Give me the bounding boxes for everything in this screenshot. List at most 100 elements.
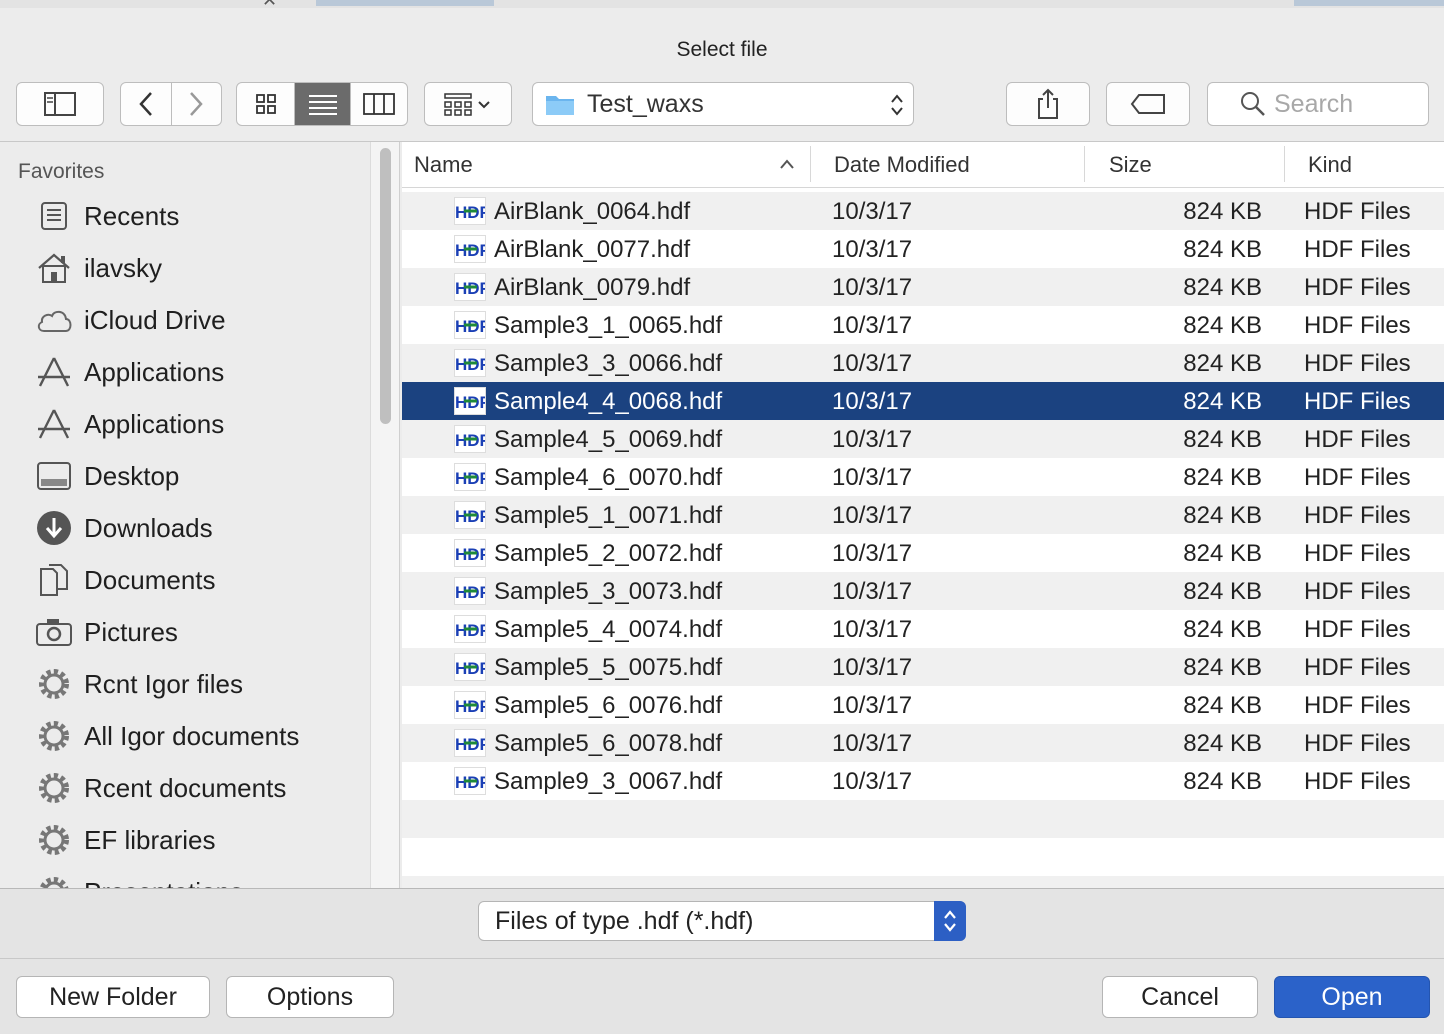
sidebar-item-pictures[interactable]: Pictures <box>34 610 178 654</box>
table-row[interactable]: HDFSample9_3_0067.hdf 10/3/17 824 KB HDF Fi… <box>402 762 1444 800</box>
file-name: Sample5_5_0075.hdf <box>494 654 723 681</box>
sidebar-item-downloads[interactable]: Downloads <box>34 506 213 550</box>
column-divider[interactable] <box>1084 146 1085 182</box>
file-size: 824 KB <box>1183 616 1262 643</box>
column-date-header[interactable]: Date Modified <box>834 142 970 188</box>
sidebar-item-label: ilavsky <box>84 252 163 283</box>
file-name: AirBlank_0064.hdf <box>494 198 691 225</box>
table-row[interactable]: HDFSample5_6_0078.hdf 10/3/17 824 KB HDF Fi… <box>402 724 1444 762</box>
hdf-file-icon: HDF <box>454 463 490 491</box>
file-name: Sample5_4_0074.hdf <box>494 616 723 643</box>
chevron-left-icon <box>139 92 152 116</box>
scrollbar-thumb[interactable] <box>380 148 391 424</box>
file-kind: HDF Files <box>1304 654 1411 681</box>
back-button[interactable] <box>121 83 172 125</box>
sidebar-scrollbar[interactable] <box>370 142 400 888</box>
sidebar-item-documents[interactable]: Documents <box>34 558 216 602</box>
list-view-button[interactable] <box>295 83 351 125</box>
file-size: 824 KB <box>1183 312 1262 339</box>
view-mode-control <box>236 82 408 126</box>
file-kind: HDF Files <box>1304 464 1411 491</box>
sidebar-item-label: EF libraries <box>84 824 216 855</box>
table-row[interactable]: HDFSample5_2_0072.hdf 10/3/17 824 KB HDF Fi… <box>402 534 1444 572</box>
table-row[interactable]: HDFAirBlank_0077.hdf 10/3/17 824 KB HDF Fil… <box>402 230 1444 268</box>
cancel-button[interactable]: Cancel <box>1102 976 1258 1018</box>
sidebar-item-applications-2[interactable]: Applications <box>34 402 224 446</box>
desktop-icon <box>34 456 74 496</box>
open-button[interactable]: Open <box>1274 976 1430 1018</box>
sidebar-item-presentations[interactable]: Presentations <box>34 870 243 888</box>
file-name: Sample5_1_0071.hdf <box>494 502 723 529</box>
file-kind: HDF Files <box>1304 388 1411 415</box>
file-date: 10/3/17 <box>832 312 913 339</box>
updown-chevron-icon <box>891 94 903 116</box>
table-row[interactable]: HDFSample5_6_0076.hdf 10/3/17 824 KB HDF Fi… <box>402 686 1444 724</box>
sidebar-item-label: Documents <box>84 564 216 595</box>
column-view-button[interactable] <box>351 83 407 125</box>
sidebar-item-desktop[interactable]: Desktop <box>34 454 179 498</box>
sidebar-item-home[interactable]: ilavsky <box>34 246 162 290</box>
table-row[interactable]: HDFSample5_3_0073.hdf 10/3/17 824 KB HDF Fi… <box>402 572 1444 610</box>
table-row[interactable]: HDFSample5_4_0074.hdf 10/3/17 824 KB HDF Fi… <box>402 610 1444 648</box>
recents-icon <box>34 196 74 236</box>
hdf-file-icon: HDF <box>454 615 490 643</box>
empty-row <box>402 800 1444 838</box>
sidebar-item-label: Recents <box>84 200 180 231</box>
sidebar-item-rcnt-igor-files[interactable]: Rcnt Igor files <box>34 662 243 706</box>
column-divider[interactable] <box>810 146 811 182</box>
table-row[interactable]: HDFSample4_4_0068.hdf 10/3/17 824 KB HDF Fi… <box>402 382 1444 420</box>
back-forward-control <box>120 82 222 126</box>
table-row[interactable]: HDFSample3_3_0066.hdf 10/3/17 824 KB HDF Fi… <box>402 344 1444 382</box>
applications-icon <box>34 404 74 444</box>
search-icon <box>1241 92 1265 116</box>
dialog-footer: Files of type .hdf (*.hdf) New Folder Op… <box>0 889 1444 1034</box>
file-name: Sample3_1_0065.hdf <box>494 312 723 339</box>
new-folder-button[interactable]: New Folder <box>16 976 210 1018</box>
columns-icon <box>363 93 395 115</box>
empty-row <box>402 876 1444 888</box>
sidebar-item-ef-libraries[interactable]: EF libraries <box>34 818 215 862</box>
icon-view-button[interactable] <box>237 83 295 125</box>
sidebar-item-recents[interactable]: Recents <box>34 194 179 238</box>
file-size: 824 KB <box>1183 692 1262 719</box>
table-row[interactable]: HDFAirBlank_0064.hdf 10/3/17 824 KB HDF Fil… <box>402 192 1444 230</box>
sidebar-item-rcent-documents[interactable]: Rcent documents <box>34 766 286 810</box>
table-row[interactable]: HDFSample3_1_0065.hdf 10/3/17 824 KB HDF Fi… <box>402 306 1444 344</box>
sidebar-item-label: Downloads <box>84 512 213 543</box>
column-name-header[interactable]: Name <box>414 142 473 188</box>
forward-button[interactable] <box>172 83 222 125</box>
file-date: 10/3/17 <box>832 578 913 605</box>
arrange-icon <box>444 93 490 116</box>
gear-icon <box>34 768 74 808</box>
sidebar-item-applications[interactable]: Applications <box>34 350 224 394</box>
table-row[interactable]: HDFSample4_5_0069.hdf 10/3/17 824 KB HDF Fi… <box>402 420 1444 458</box>
hdf-file-icon: HDF <box>454 273 490 301</box>
options-button[interactable]: Options <box>226 976 394 1018</box>
table-row[interactable]: HDFSample5_5_0075.hdf 10/3/17 824 KB HDF Fi… <box>402 648 1444 686</box>
file-name: Sample5_2_0072.hdf <box>494 540 723 567</box>
share-button[interactable] <box>1006 82 1090 126</box>
column-divider[interactable] <box>1284 146 1285 182</box>
table-row[interactable]: HDFAirBlank_0079.hdf 10/3/17 824 KB HDF Fil… <box>402 268 1444 306</box>
sidebar-item-label: Desktop <box>84 460 180 491</box>
search-field[interactable]: Search <box>1207 82 1429 126</box>
applications-icon <box>34 352 74 392</box>
file-date: 10/3/17 <box>832 426 913 453</box>
sidebar-toggle-button[interactable] <box>16 82 104 126</box>
sidebar-item-all-igor-documents[interactable]: All Igor documents <box>34 714 299 758</box>
folder-icon <box>546 96 574 115</box>
sidebar-item-icloud[interactable]: iCloud Drive <box>34 298 226 342</box>
tag-button[interactable] <box>1106 82 1190 126</box>
file-name: AirBlank_0079.hdf <box>494 274 691 301</box>
table-row[interactable]: HDFSample4_6_0070.hdf 10/3/17 824 KB HDF Fi… <box>402 458 1444 496</box>
tag-icon <box>1130 94 1165 114</box>
camera-icon <box>34 612 74 652</box>
file-type-popup[interactable]: Files of type .hdf (*.hdf) <box>478 901 966 941</box>
location-popup[interactable]: Test_waxs <box>532 82 914 126</box>
table-row[interactable]: HDFSample5_1_0071.hdf 10/3/17 824 KB HDF Fi… <box>402 496 1444 534</box>
column-kind-header[interactable]: Kind <box>1308 142 1352 188</box>
column-size-header[interactable]: Size <box>1109 142 1152 188</box>
search-placeholder: Search <box>1274 89 1354 118</box>
arrange-button[interactable] <box>424 82 512 126</box>
file-kind: HDF Files <box>1304 616 1411 643</box>
